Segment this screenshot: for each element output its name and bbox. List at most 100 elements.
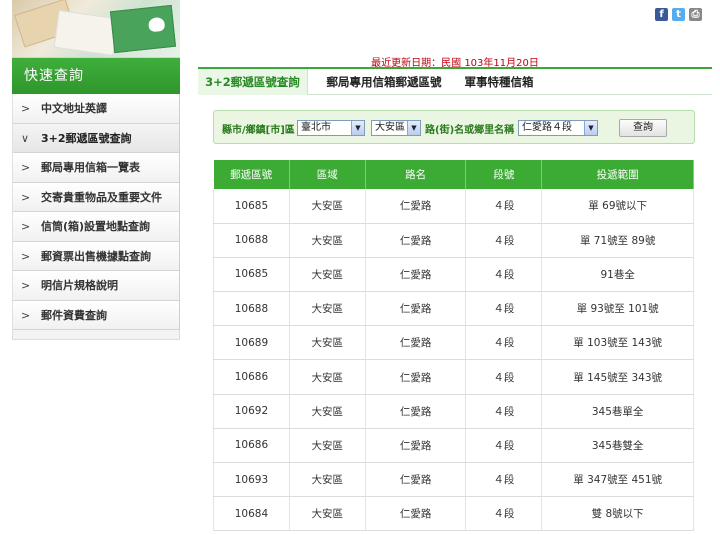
- city-label: 縣市/鄉鎮[市]區: [222, 125, 295, 136]
- sidebar-item-mailbox-locations[interactable]: > 信筒(箱)設置地點查詢: [13, 212, 179, 242]
- chevron-down-icon: ∨: [21, 131, 30, 145]
- results-table: 郵遞區號 區域 路名 段號 投遞範圍 10685 大安區 仁愛路 ４段單 69號以下 1…: [213, 160, 694, 532]
- district-select-value: 大安區: [375, 122, 405, 133]
- road-cell: 仁愛路: [365, 359, 467, 395]
- delivery-range-cell: 91巷全: [541, 257, 694, 293]
- table-row: 10686 大安區 仁愛路 ４段 345巷雙全: [213, 428, 694, 464]
- zipcode-cell: 10688: [213, 223, 290, 258]
- tab-bar: 3+2郵遞區號查詢 郵局專用信箱郵遞區號 軍事特種信箱: [198, 67, 712, 95]
- envelope-graphic: [53, 10, 119, 56]
- sidebar-menu: > 中文地址英譯 ∨ 3+2郵遞區號查詢 > 郵局專用信箱一覽表 > 交寄貴重物品及重要…: [12, 94, 180, 330]
- facebook-icon[interactable]: f: [655, 8, 668, 21]
- road-cell: 仁愛路: [365, 462, 467, 498]
- section-cell: ４段: [465, 496, 543, 532]
- sidebar-item-label: 明信片規格說明: [41, 279, 118, 292]
- delivery-range-cell: 單 71號至 89號: [541, 223, 694, 258]
- section-cell: ４段: [465, 462, 543, 498]
- section-cell: ４段: [465, 428, 543, 464]
- district-cell: 大安區: [289, 462, 366, 498]
- column-header-road: 路名: [365, 160, 467, 189]
- twitter-icon[interactable]: t: [672, 8, 685, 21]
- table-row: 10688 大安區 仁愛路 ４段單 71號至 89號: [213, 223, 694, 258]
- district-cell: 大安區: [289, 394, 366, 429]
- table-row: 10685 大安區 仁愛路 ４段單 69號以下: [213, 189, 694, 224]
- table-row: 10689 大安區 仁愛路 ４段單 103號至 143號: [213, 325, 694, 361]
- zipcode-cell: 10686: [213, 428, 290, 464]
- sidebar-item-stamp-machine-locations[interactable]: > 郵資票出售機據點查詢: [13, 241, 179, 271]
- table-row: 10685 大安區 仁愛路 ４段 91巷全: [213, 257, 694, 293]
- dropdown-arrow-icon: ▼: [351, 121, 364, 135]
- table-row: 10684 大安區 仁愛路 ４段雙 8號以下: [213, 496, 694, 532]
- district-cell: 大安區: [289, 189, 366, 224]
- sidebar-item-po-box-list[interactable]: > 郵局專用信箱一覽表: [13, 153, 179, 183]
- table-row: 10693 大安區 仁愛路 ４段單 347號至 451號: [213, 462, 694, 498]
- section-cell: ４段: [465, 359, 543, 395]
- sidebar-item-postage-rates[interactable]: > 郵件資費查詢: [13, 300, 179, 330]
- delivery-range-cell: 單 347號至 451號: [541, 462, 694, 498]
- table-row: 10692 大安區 仁愛路 ４段 345巷單全: [213, 394, 694, 429]
- sidebar-item-zipcode-query[interactable]: ∨ 3+2郵遞區號查詢: [13, 123, 179, 153]
- road-select[interactable]: 仁愛路４段 ▼: [518, 120, 598, 136]
- delivery-range-cell: 345巷單全: [541, 394, 694, 429]
- query-button[interactable]: 查詢: [619, 119, 667, 137]
- road-cell: 仁愛路: [365, 257, 467, 293]
- section-cell: ４段: [465, 291, 543, 327]
- column-header-delivery-range: 投遞範圍: [541, 160, 694, 189]
- sidebar-item-label: 信筒(箱)設置地點查詢: [41, 220, 151, 233]
- road-cell: 仁愛路: [365, 291, 467, 327]
- zipcode-cell: 10686: [213, 359, 290, 395]
- social-links: f t ⎙: [655, 8, 702, 21]
- column-header-section: 段號: [465, 160, 543, 189]
- zipcode-cell: 10688: [213, 291, 290, 327]
- banner-image: [12, 0, 180, 58]
- table-header-row: 郵遞區號 區域 路名 段號 投遞範圍: [213, 160, 694, 189]
- column-header-district: 區域: [289, 160, 366, 189]
- zipcode-cell: 10685: [213, 257, 290, 293]
- sidebar-item-label: 3+2郵遞區號查詢: [41, 131, 132, 145]
- table-row: 10686 大安區 仁愛路 ４段單 145號至 343號: [213, 359, 694, 395]
- sidebar-item-label: 郵資票出售機據點查詢: [41, 249, 151, 263]
- delivery-range-cell: 雙 8號以下: [541, 496, 694, 532]
- dropdown-arrow-icon: ▼: [584, 121, 597, 135]
- district-cell: 大安區: [289, 359, 366, 395]
- city-select[interactable]: 臺北市 ▼: [297, 120, 365, 136]
- zipcode-cell: 10693: [213, 462, 290, 498]
- sidebar-item-label: 中文地址英譯: [41, 102, 107, 115]
- sidebar-item-address-translation[interactable]: > 中文地址英譯: [13, 94, 179, 124]
- print-icon[interactable]: ⎙: [689, 8, 702, 21]
- sidebar-item-postcard-specs[interactable]: > 明信片規格說明: [13, 271, 179, 301]
- road-cell: 仁愛路: [365, 394, 467, 429]
- section-cell: ４段: [465, 394, 543, 429]
- table-row: 10688 大安區 仁愛路 ４段單 93號至 101號: [213, 291, 694, 327]
- zipcode-cell: 10692: [213, 394, 290, 429]
- chevron-right-icon: >: [21, 161, 31, 174]
- district-cell: 大安區: [289, 496, 366, 532]
- sidebar-footer: [12, 330, 180, 340]
- sidebar-title: 快速查詢: [12, 58, 180, 94]
- column-header-zipcode: 郵遞區號: [213, 160, 290, 189]
- district-cell: 大安區: [289, 325, 366, 361]
- sidebar-item-label: 郵局專用信箱一覽表: [41, 161, 140, 174]
- envelope-graphic: [109, 4, 177, 54]
- road-cell: 仁愛路: [365, 325, 467, 361]
- road-select-value: 仁愛路４段: [522, 122, 572, 133]
- delivery-range-cell: 單 103號至 143號: [541, 325, 694, 361]
- tab-po-box-zipcode[interactable]: 郵局專用信箱郵遞區號: [314, 69, 454, 95]
- zipcode-cell: 10689: [213, 325, 290, 361]
- sidebar-item-valuables-mailing[interactable]: > 交寄貴重物品及重要文件: [13, 182, 179, 212]
- road-cell: 仁愛路: [365, 223, 467, 258]
- delivery-range-cell: 345巷雙全: [541, 428, 694, 464]
- road-cell: 仁愛路: [365, 189, 467, 224]
- road-label: 路(街)名或鄉里名稱: [425, 125, 515, 136]
- chevron-right-icon: >: [21, 190, 31, 204]
- chevron-right-icon: >: [21, 220, 31, 233]
- district-select[interactable]: 大安區 ▼: [371, 120, 421, 136]
- table-body: 10685 大安區 仁愛路 ４段單 69號以下 10688 大安區 仁愛路 ４段單 71號至 …: [213, 189, 694, 532]
- tab-military-mailbox[interactable]: 軍事特種信箱: [458, 69, 540, 95]
- sidebar-item-label: 郵件資費查詢: [41, 308, 107, 322]
- tab-zipcode-query[interactable]: 3+2郵遞區號查詢: [198, 69, 308, 95]
- section-cell: ４段: [465, 189, 543, 224]
- chevron-right-icon: >: [21, 308, 31, 322]
- chevron-right-icon: >: [21, 102, 31, 115]
- zipcode-cell: 10684: [213, 496, 290, 532]
